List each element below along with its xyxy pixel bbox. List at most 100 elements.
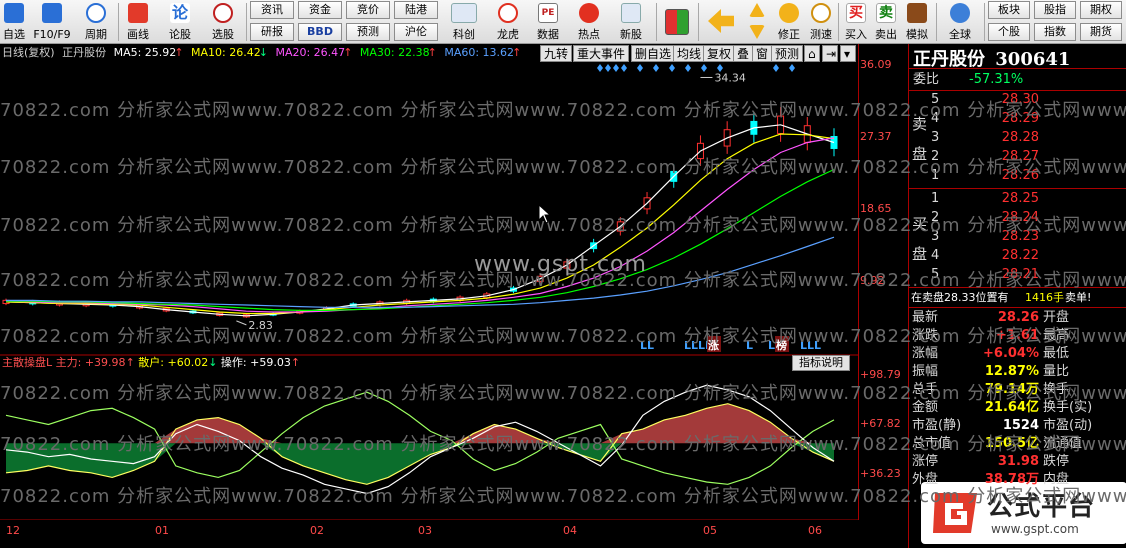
speed-test-icon xyxy=(811,3,831,23)
buy-level-3[interactable]: 3 28.23 xyxy=(909,228,1126,246)
retail-value: 散户: +60.02 xyxy=(138,356,209,369)
x-tick-05: 05 xyxy=(703,524,717,537)
main-force-value: 主力: +39.98 xyxy=(55,356,126,369)
y-tick-2: 27.37 xyxy=(860,130,892,143)
bbd-button[interactable]: BBD xyxy=(298,23,342,41)
stat-row: 涨停 31.98 跌停 xyxy=(912,454,1070,469)
stat-row: 涨幅 +6.04% 最低 xyxy=(912,346,1070,361)
color-grid-icon xyxy=(665,9,689,35)
toolbar-data-button[interactable]: PE 数据 xyxy=(530,1,566,43)
news-button[interactable]: 资讯 xyxy=(250,1,294,19)
sell-level-1[interactable]: 1 28.26 xyxy=(909,167,1126,185)
x-tick-06: 06 xyxy=(808,524,822,537)
dropdown-icon[interactable]: ▾ xyxy=(840,45,856,62)
funds-button[interactable]: 资金 xyxy=(298,1,342,19)
toolbar-speedtest-button[interactable]: 测速 xyxy=(806,1,836,43)
sector-button[interactable]: 板块 xyxy=(988,1,1030,19)
menu-adjust[interactable]: 复权 xyxy=(703,45,736,62)
sell-level-2[interactable]: 2 28.27 xyxy=(909,148,1126,166)
toolbar-newstock-button[interactable]: 新股 xyxy=(612,1,650,43)
toolbar-global-button[interactable]: 全球 xyxy=(940,1,980,43)
x-tick-12: 12 xyxy=(6,524,20,537)
signal-marker: LLL xyxy=(800,339,821,352)
sell-level-3[interactable]: 3 28.28 xyxy=(909,129,1126,147)
forecast-button[interactable]: 预测 xyxy=(346,23,390,41)
stock-name-label: 正丹股份 xyxy=(62,46,107,59)
toolbar-hotspot-button[interactable]: 热点 xyxy=(570,1,608,43)
toolbar-color-button[interactable] xyxy=(660,1,694,43)
menu-forecast[interactable]: 预测 xyxy=(771,45,804,62)
toolbar-drawline-button[interactable]: 画线 xyxy=(120,1,156,43)
discuss-stock-icon: 论 xyxy=(170,3,190,23)
buy-level-4[interactable]: 4 28.22 xyxy=(909,247,1126,265)
buy-level-5[interactable]: 5 28.21 xyxy=(909,266,1126,284)
signal-marker: L xyxy=(768,339,775,352)
toolbar-watchlist-button[interactable]: 自选 xyxy=(0,1,28,43)
stock-title-name: 正丹股份 xyxy=(913,49,985,70)
stat-row: 总手 79.14万 换手 xyxy=(912,382,1070,397)
index-button[interactable]: 指数 xyxy=(1034,23,1076,41)
menu-remove-watchlist[interactable]: 删自选 xyxy=(631,45,676,62)
toolbar-scitech-button[interactable]: 科创 xyxy=(444,1,484,43)
stock-software-window: 自选 F10/F9 周期 画线 论 论股 选股 资讯 资金 竞价 陆港 研报 B… xyxy=(0,0,1126,548)
sh-london-button[interactable]: 沪伦 xyxy=(394,23,438,41)
toolbar-updown-button[interactable] xyxy=(742,1,772,43)
period-label: 日线(复权) xyxy=(2,46,55,59)
options-button[interactable]: 期权 xyxy=(1080,1,1122,19)
logo-text: 公式平台 xyxy=(987,492,1096,522)
expand-arrow-icon[interactable]: ⇥ xyxy=(822,45,838,62)
y-tick-1: 36.09 xyxy=(860,58,892,71)
simulate-icon xyxy=(907,3,927,23)
menu-window[interactable]: 窗 xyxy=(752,45,773,62)
sell-level-5[interactable]: 5 28.30 xyxy=(909,91,1126,109)
toolbar-picker-button[interactable]: 选股 xyxy=(204,1,242,43)
single-stock-button[interactable]: 个股 xyxy=(988,23,1030,41)
toolbar-buy-button[interactable]: 买 买入 xyxy=(842,1,870,43)
ma-info-line: 日线(复权) 正丹股份 MA5: 25.92↑ MA10: 26.42↓ MA2… xyxy=(2,46,522,59)
ma30-label: MA30: 22.38 xyxy=(359,46,430,59)
low-price-label: 2.83 xyxy=(248,319,272,332)
menu-overlay[interactable]: 叠 xyxy=(733,45,754,62)
futures-button[interactable]: 期货 xyxy=(1080,23,1122,41)
kline-chart[interactable]: 34.342.83LL LLLL涨 L L 榜 LLL xyxy=(0,44,860,354)
toolbar-sell-button[interactable]: 卖 卖出 xyxy=(872,1,900,43)
gspt-logo-icon xyxy=(933,493,977,533)
toolbar-f10-button[interactable]: F10/F9 xyxy=(30,1,74,43)
globe-icon xyxy=(950,3,970,23)
stock-picker-icon xyxy=(213,3,233,23)
auction-button[interactable]: 竞价 xyxy=(346,1,390,19)
sci-tech-icon xyxy=(451,3,477,23)
ind-y-tick-3: +36.23 xyxy=(860,467,901,480)
signal-marker: 榜 xyxy=(776,338,787,352)
buy-icon: 买 xyxy=(846,3,866,23)
toolbar-period-button[interactable]: 周期 xyxy=(78,1,114,43)
toolbar-dragontiger-button[interactable]: 龙虎 xyxy=(488,1,528,43)
indicator-chart[interactable] xyxy=(0,354,860,520)
y-tick-4: 9.92 xyxy=(860,274,885,287)
indicator-help-button[interactable]: 指标说明 xyxy=(792,355,850,371)
buy-level-2[interactable]: 2 28.24 xyxy=(909,209,1126,227)
menu-nine-turn[interactable]: 九转 xyxy=(540,45,573,62)
sell-level-4[interactable]: 4 28.29 xyxy=(909,110,1126,128)
toolbar-modify-button[interactable]: 修正 xyxy=(774,1,804,43)
toolbar-discuss-button[interactable]: 论 论股 xyxy=(162,1,198,43)
arrow-left-icon xyxy=(708,9,734,33)
menu-major-events[interactable]: 重大事件 xyxy=(573,45,630,62)
f10-info-icon xyxy=(42,3,62,23)
hotspot-icon xyxy=(579,3,599,23)
toolbar-back-button[interactable] xyxy=(704,1,738,43)
research-button[interactable]: 研报 xyxy=(250,23,294,41)
menu-moving-average[interactable]: 均线 xyxy=(673,45,706,62)
weibi-row: 委比 -57.31% xyxy=(909,71,1126,89)
lock-icon[interactable]: ⌂ xyxy=(804,45,820,62)
stat-row: 总市值 150.5亿 流通值 xyxy=(912,436,1083,451)
index-futures-button[interactable]: 股指 xyxy=(1034,1,1076,19)
dragon-tiger-icon xyxy=(498,3,518,23)
toolbar-simulate-button[interactable]: 模拟 xyxy=(902,1,932,43)
hk-connect-button[interactable]: 陆港 xyxy=(394,1,438,19)
modify-icon xyxy=(779,3,799,23)
x-tick-03: 03 xyxy=(418,524,432,537)
ma5-label: MA5: 25.92 xyxy=(113,46,177,59)
buy-level-1[interactable]: 1 28.25 xyxy=(909,190,1126,208)
stock-title: 正丹股份 300641 xyxy=(913,45,1123,70)
